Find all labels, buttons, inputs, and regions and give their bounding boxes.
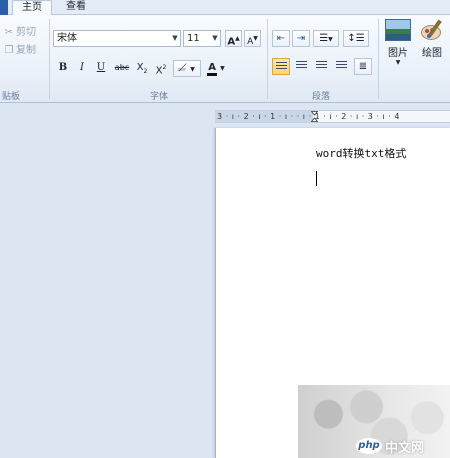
font-group-label: 字体 — [150, 92, 169, 102]
logo-mark: php — [356, 438, 382, 454]
superscript-base: X — [155, 65, 163, 77]
indent-marker-icon[interactable] — [311, 111, 318, 122]
text-caret — [316, 171, 317, 186]
copy-button[interactable]: ❐ 复制 — [4, 41, 36, 56]
bullet-list-button[interactable]: ☰▼ — [313, 30, 339, 47]
paint-button[interactable]: 绘图 — [416, 19, 448, 59]
clipboard-group-label: 贴板 — [2, 92, 21, 102]
font-size-value: 11 — [187, 33, 200, 44]
paragraph-settings-icon: ≣ — [358, 61, 368, 72]
chevron-down-icon[interactable]: ▼ — [170, 31, 180, 46]
justify-icon — [335, 60, 347, 70]
font-name-value: 宋体 — [57, 33, 77, 44]
paint-label: 绘图 — [422, 48, 442, 59]
justify-button[interactable] — [332, 58, 350, 75]
ribbon: ✂ 剪切 ❐ 复制 贴板 宋体 ▼ 11 ▼ A▲ A▼ B I U abc X2 … — [0, 15, 450, 103]
scissors-icon: ✂ — [4, 27, 14, 38]
superscript-mark: 2 — [162, 64, 167, 71]
align-right-button[interactable] — [312, 58, 330, 75]
line-spacing-icon: ↕☰ — [347, 33, 365, 44]
align-right-icon — [315, 60, 327, 70]
subscript-mark: 2 — [143, 68, 148, 75]
group-divider — [378, 19, 379, 99]
tab-view[interactable]: 查看 — [56, 0, 96, 15]
italic-button[interactable]: I — [74, 60, 90, 77]
font-color-label: A — [207, 62, 217, 76]
bullet-list-icon: ☰ — [319, 33, 329, 44]
app-menu-button[interactable] — [0, 0, 8, 15]
line-spacing-button[interactable]: ↕☰ — [343, 30, 369, 47]
group-divider — [49, 19, 50, 99]
chevron-down-icon[interactable]: ▼ — [210, 31, 220, 46]
ribbon-tab-bar: 主页 查看 — [0, 0, 450, 16]
font-name-select[interactable]: 宋体 ▼ — [53, 30, 181, 47]
chevron-down-icon[interactable]: ▼ — [382, 59, 414, 66]
align-left-icon — [275, 61, 287, 71]
superscript-button[interactable]: X2 — [153, 60, 169, 77]
subscript-button[interactable]: X2 — [134, 60, 150, 77]
highlight-color-button[interactable]: ⁄ ▼ — [173, 60, 201, 77]
chevron-down-icon[interactable]: ▼ — [220, 65, 225, 72]
picture-icon — [385, 19, 411, 41]
document-text[interactable]: word转换txt格式 — [316, 145, 406, 161]
increase-indent-button[interactable]: ⇥ — [292, 30, 310, 47]
paint-palette-icon — [419, 19, 445, 41]
horizontal-ruler[interactable]: 3 · ı · 2 · ı · 1 · ı · · ı · 1 · ı · 2 … — [215, 110, 450, 123]
copy-label: 复制 — [16, 45, 36, 56]
paragraph-settings-button[interactable]: ≣ — [354, 58, 372, 75]
chevron-down-icon[interactable]: ▼ — [328, 36, 333, 43]
increase-indent-icon: ⇥ — [296, 33, 306, 44]
subscript-base: X — [136, 62, 144, 73]
grow-font-button[interactable]: A▲ — [225, 30, 242, 47]
bold-button[interactable]: B — [55, 60, 71, 77]
watermark: php 中文网 — [298, 385, 450, 458]
highlighter-icon: ⁄ — [177, 61, 189, 74]
decrease-indent-button[interactable]: ⇤ — [272, 30, 290, 47]
font-color-button[interactable]: A ▼ — [203, 60, 229, 77]
font-size-select[interactable]: 11 ▼ — [183, 30, 221, 47]
chevron-down-icon[interactable]: ▼ — [190, 66, 195, 73]
tab-home[interactable]: 主页 — [12, 0, 52, 16]
grow-font-label: A — [227, 36, 236, 48]
align-center-icon — [295, 60, 307, 70]
copy-icon: ❐ — [4, 45, 14, 56]
picture-button[interactable]: 图片 ▼ — [382, 19, 414, 66]
ruler-marks: 3 · ı · 2 · ı · 1 · ı · · ı · 1 · ı · 2 … — [217, 112, 400, 121]
shrink-font-button[interactable]: A▼ — [244, 30, 261, 47]
picture-label: 图片 — [388, 48, 408, 59]
align-center-button[interactable] — [292, 58, 310, 75]
cut-button[interactable]: ✂ 剪切 — [4, 23, 36, 38]
strikethrough-button[interactable]: abc — [112, 60, 132, 77]
logo-text: 中文网 — [385, 440, 425, 456]
cut-label: 剪切 — [16, 27, 36, 38]
align-left-button[interactable] — [272, 58, 290, 75]
underline-button[interactable]: U — [93, 60, 109, 77]
paragraph-group-label: 段落 — [312, 92, 331, 102]
decrease-indent-icon: ⇤ — [276, 33, 286, 44]
group-divider — [267, 19, 268, 99]
site-logo: php 中文网 — [356, 437, 425, 456]
